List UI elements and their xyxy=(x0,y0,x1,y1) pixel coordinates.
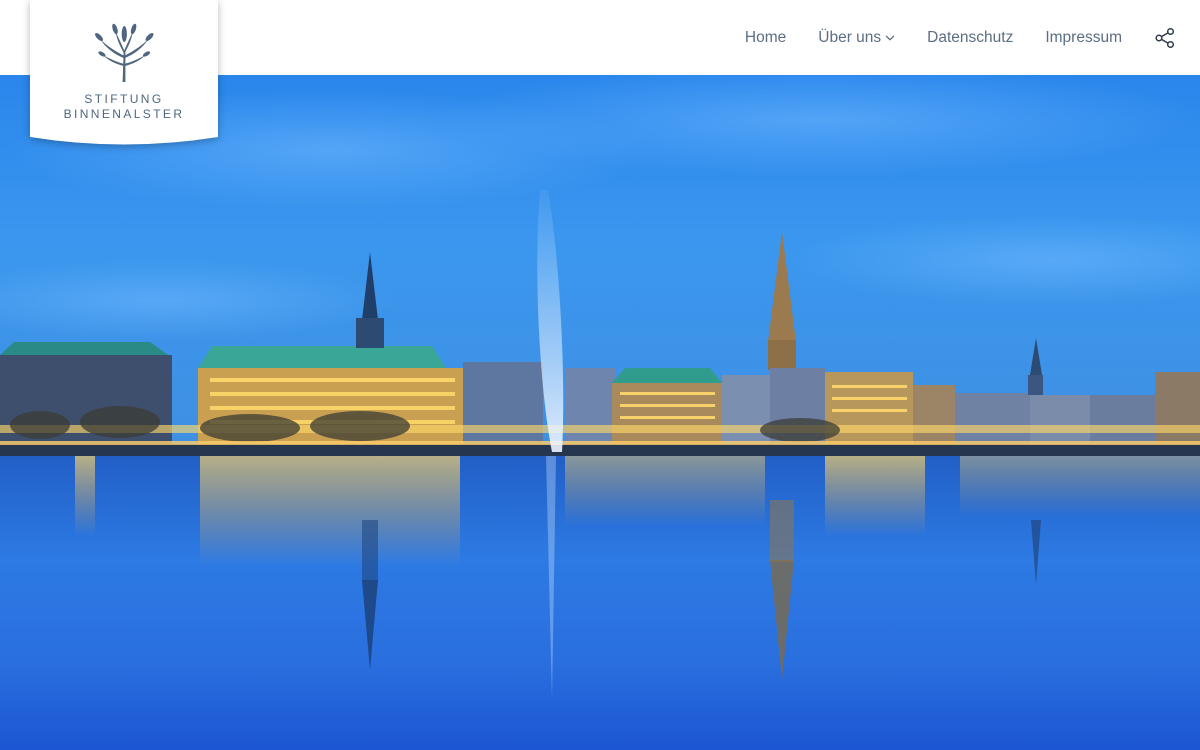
nav-item-ueber-uns[interactable]: Über uns xyxy=(818,29,895,47)
site-logo[interactable]: STIFTUNG BINNENALSTER xyxy=(30,0,218,146)
chevron-down-icon xyxy=(885,33,895,43)
nav-item-datenschutz[interactable]: Datenschutz xyxy=(927,29,1013,47)
nav-item-label: Über uns xyxy=(818,28,882,46)
nav-item-label: Home xyxy=(744,28,787,46)
share-button[interactable] xyxy=(1154,27,1176,49)
nav-item-impressum[interactable]: Impressum xyxy=(1045,29,1122,47)
main-navigation: Home Über uns Datenschutz Impressum xyxy=(713,0,1176,75)
nav-item-home[interactable]: Home xyxy=(745,29,786,47)
hero-image xyxy=(0,75,1200,750)
share-icon xyxy=(1155,27,1175,48)
logo-text-line1: STIFTUNG xyxy=(84,92,164,106)
city-skyline-illustration xyxy=(0,75,1200,750)
nav-item-label: Datenschutz xyxy=(927,28,1014,46)
flower-sprig-icon xyxy=(94,23,154,82)
nav-item-label: Impressum xyxy=(1045,28,1122,46)
logo-text-line2: BINNENALSTER xyxy=(63,107,185,121)
